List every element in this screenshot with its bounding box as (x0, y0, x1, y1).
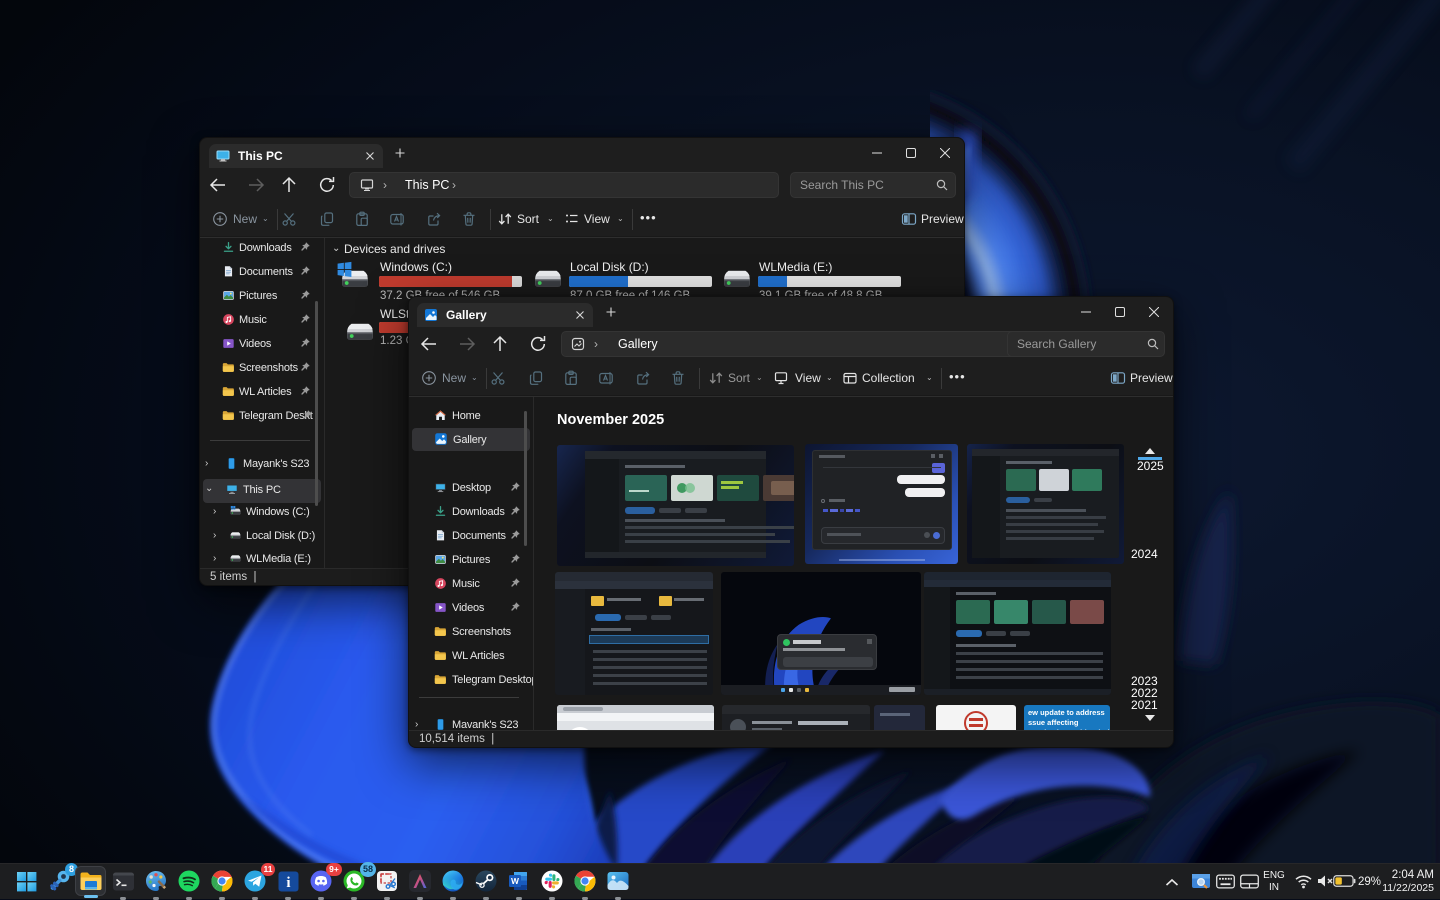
svg-text:i: i (286, 875, 290, 891)
